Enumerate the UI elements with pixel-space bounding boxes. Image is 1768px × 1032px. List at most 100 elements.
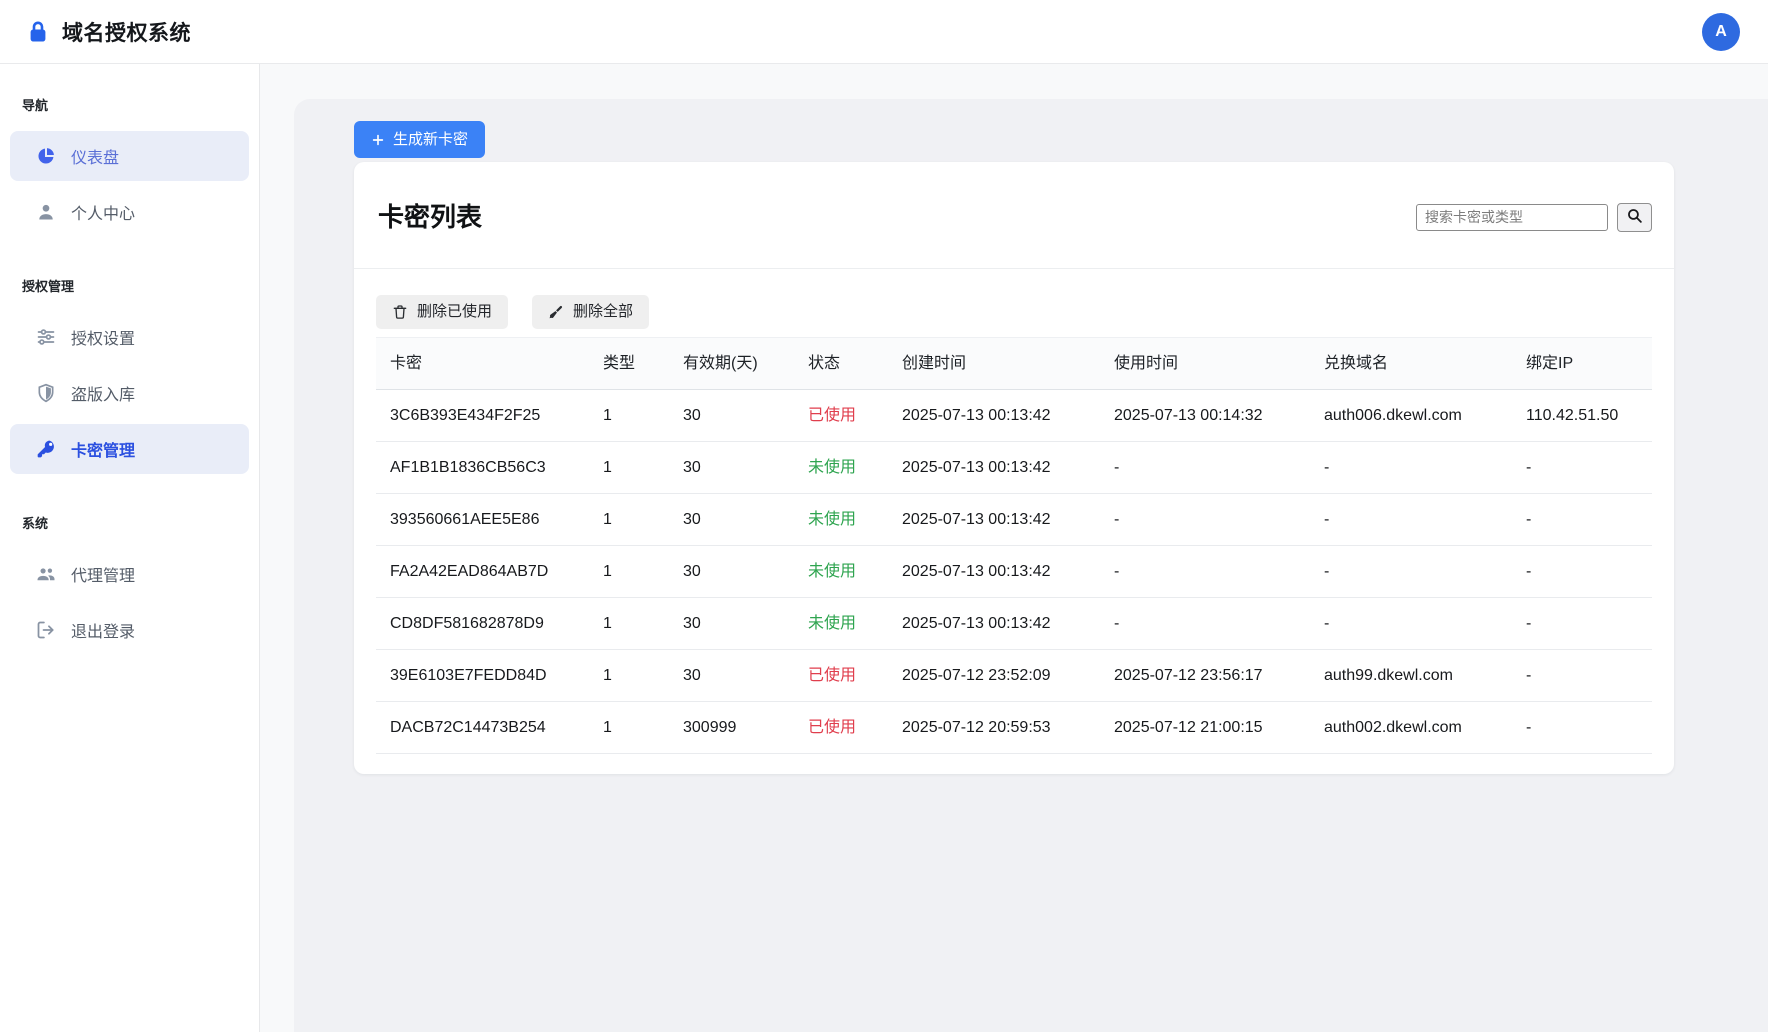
sidebar-item-dashboard[interactable]: 仪表盘 bbox=[10, 131, 249, 181]
cell-ip: - bbox=[1514, 702, 1652, 754]
cell-key: AF1B1B1836CB56C3 bbox=[376, 442, 591, 494]
cell-created: 2025-07-12 23:52:09 bbox=[890, 650, 1102, 702]
search-button[interactable] bbox=[1617, 203, 1652, 232]
cell-type: 1 bbox=[591, 650, 671, 702]
shield-icon bbox=[36, 383, 56, 403]
search-input[interactable] bbox=[1416, 204, 1608, 231]
cell-domain: - bbox=[1312, 494, 1514, 546]
column-header-domain: 兑换域名 bbox=[1312, 338, 1514, 390]
cell-type: 1 bbox=[591, 494, 671, 546]
cell-status: 未使用 bbox=[796, 598, 890, 650]
content-panel: 生成新卡密 卡密列表 删除已使用 bbox=[294, 99, 1768, 1032]
cell-created: 2025-07-13 00:13:42 bbox=[890, 390, 1102, 442]
cell-domain: - bbox=[1312, 546, 1514, 598]
cell-ip: 110.42.51.50 bbox=[1514, 390, 1652, 442]
cell-ip: - bbox=[1514, 494, 1652, 546]
cell-key: DACB72C14473B254 bbox=[376, 702, 591, 754]
search-area bbox=[1416, 203, 1652, 232]
sidebar-item-label: 授权设置 bbox=[71, 325, 135, 349]
delete-used-button[interactable]: 删除已使用 bbox=[376, 295, 508, 329]
delete-all-button[interactable]: 删除全部 bbox=[532, 295, 649, 329]
table-row: AF1B1B1836CB56C3130未使用2025-07-13 00:13:4… bbox=[376, 442, 1652, 494]
cell-type: 1 bbox=[591, 598, 671, 650]
key-icon bbox=[36, 439, 56, 459]
cell-days: 30 bbox=[671, 650, 796, 702]
card-header: 卡密列表 bbox=[354, 162, 1674, 269]
cell-domain: auth002.dkewl.com bbox=[1312, 702, 1514, 754]
page-title: 卡密列表 bbox=[378, 202, 482, 232]
cell-created: 2025-07-13 00:13:42 bbox=[890, 494, 1102, 546]
cell-created: 2025-07-13 00:13:42 bbox=[890, 546, 1102, 598]
cell-key: CD8DF581682878D9 bbox=[376, 598, 591, 650]
sidebar-item-label: 退出登录 bbox=[71, 618, 135, 642]
table-row: 393560661AEE5E86130未使用2025-07-13 00:13:4… bbox=[376, 494, 1652, 546]
cell-status: 已使用 bbox=[796, 390, 890, 442]
sidebar-section-label: 授权管理 bbox=[22, 279, 259, 294]
delete-all-button-label: 删除全部 bbox=[573, 303, 633, 321]
trash-icon bbox=[392, 304, 408, 320]
column-header-key: 卡密 bbox=[376, 338, 591, 390]
cell-ip: - bbox=[1514, 442, 1652, 494]
users-icon bbox=[36, 564, 56, 584]
cell-used-at: 2025-07-13 00:14:32 bbox=[1102, 390, 1312, 442]
app-title: 域名授权系统 bbox=[62, 17, 191, 47]
app-header: 域名授权系统 A bbox=[0, 0, 1768, 64]
user-icon bbox=[36, 202, 56, 222]
column-header-created: 创建时间 bbox=[890, 338, 1102, 390]
cell-type: 1 bbox=[591, 702, 671, 754]
cell-domain: auth99.dkewl.com bbox=[1312, 650, 1514, 702]
sidebar-item-label: 盗版入库 bbox=[71, 381, 135, 405]
column-header-used-at: 使用时间 bbox=[1102, 338, 1312, 390]
logout-icon bbox=[36, 620, 56, 640]
cell-status: 未使用 bbox=[796, 494, 890, 546]
cell-ip: - bbox=[1514, 546, 1652, 598]
bulk-actions: 删除已使用 删除全部 bbox=[376, 295, 1652, 329]
generate-key-button[interactable]: 生成新卡密 bbox=[354, 121, 485, 158]
cell-type: 1 bbox=[591, 390, 671, 442]
sidebar-section-label: 系统 bbox=[22, 516, 259, 531]
cell-key: 393560661AEE5E86 bbox=[376, 494, 591, 546]
sidebar-item-piracy-store[interactable]: 盗版入库 bbox=[10, 368, 249, 418]
sidebar-item-auth-settings[interactable]: 授权设置 bbox=[10, 312, 249, 362]
cell-days: 30 bbox=[671, 442, 796, 494]
search-icon bbox=[1626, 207, 1643, 227]
table-row: CD8DF581682878D9130未使用2025-07-13 00:13:4… bbox=[376, 598, 1652, 650]
cell-used-at: 2025-07-12 23:56:17 bbox=[1102, 650, 1312, 702]
cell-used-at: - bbox=[1102, 442, 1312, 494]
delete-used-button-label: 删除已使用 bbox=[417, 303, 492, 321]
sidebar-item-logout[interactable]: 退出登录 bbox=[10, 605, 249, 655]
sidebar-item-card-keys[interactable]: 卡密管理 bbox=[10, 424, 249, 474]
cell-used-at: - bbox=[1102, 546, 1312, 598]
broom-icon bbox=[548, 304, 564, 320]
cell-used-at: - bbox=[1102, 598, 1312, 650]
cell-key: 39E6103E7FEDD84D bbox=[376, 650, 591, 702]
sidebar-item-label: 仪表盘 bbox=[71, 144, 119, 168]
generate-key-button-label: 生成新卡密 bbox=[393, 130, 468, 149]
cell-domain: - bbox=[1312, 598, 1514, 650]
cell-status: 未使用 bbox=[796, 546, 890, 598]
cell-type: 1 bbox=[591, 546, 671, 598]
cell-days: 30 bbox=[671, 546, 796, 598]
cell-domain: - bbox=[1312, 442, 1514, 494]
main-area: 生成新卡密 卡密列表 删除已使用 bbox=[260, 64, 1768, 1032]
column-header-type: 类型 bbox=[591, 338, 671, 390]
cell-ip: - bbox=[1514, 598, 1652, 650]
card-key-list-card: 卡密列表 删除已使用 删除全部 bbox=[354, 162, 1674, 774]
sidebar-item-profile[interactable]: 个人中心 bbox=[10, 187, 249, 237]
cell-key: 3C6B393E434F2F25 bbox=[376, 390, 591, 442]
sidebar-item-agents[interactable]: 代理管理 bbox=[10, 549, 249, 599]
cell-status: 已使用 bbox=[796, 650, 890, 702]
card-key-table: 卡密类型有效期(天)状态创建时间使用时间兑换域名绑定IP 3C6B393E434… bbox=[376, 337, 1652, 754]
cell-ip: - bbox=[1514, 650, 1652, 702]
avatar[interactable]: A bbox=[1702, 13, 1740, 51]
sidebar-section-label: 导航 bbox=[22, 98, 259, 113]
cell-key: FA2A42EAD864AB7D bbox=[376, 546, 591, 598]
table-row: FA2A42EAD864AB7D130未使用2025-07-13 00:13:4… bbox=[376, 546, 1652, 598]
cell-created: 2025-07-13 00:13:42 bbox=[890, 598, 1102, 650]
cell-status: 未使用 bbox=[796, 442, 890, 494]
table-row: 39E6103E7FEDD84D130已使用2025-07-12 23:52:0… bbox=[376, 650, 1652, 702]
table-header-row: 卡密类型有效期(天)状态创建时间使用时间兑换域名绑定IP bbox=[376, 338, 1652, 390]
brand: 域名授权系统 bbox=[26, 17, 191, 47]
cell-days: 30 bbox=[671, 494, 796, 546]
cell-used-at: - bbox=[1102, 494, 1312, 546]
